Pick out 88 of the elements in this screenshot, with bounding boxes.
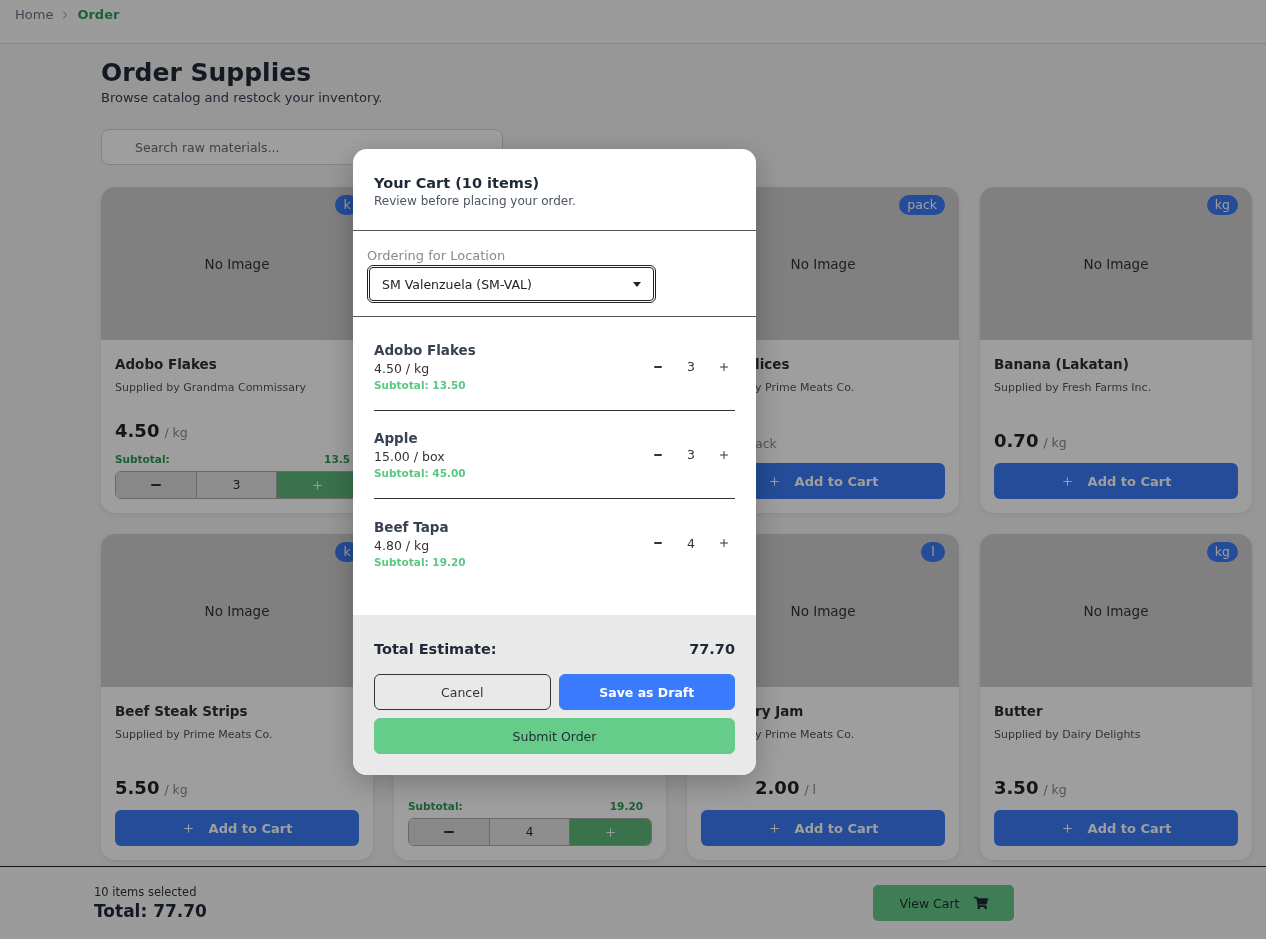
price-unit: / kg — [1043, 435, 1067, 450]
image-placeholder-label: No Image — [1083, 255, 1149, 272]
image-placeholder-label: No Image — [790, 255, 856, 272]
cart-item-price: 15.00 / box — [374, 449, 446, 464]
increase-button[interactable] — [718, 448, 730, 461]
cart-item-subtotal: Subtotal: 45.00 — [374, 467, 466, 479]
product-name: ry Jam — [755, 703, 805, 719]
increase-button[interactable] — [718, 360, 730, 373]
quantity-value: 3 — [686, 447, 696, 462]
plus-icon — [311, 478, 325, 492]
cart-item-subtotal: Subtotal: 13.50 — [374, 379, 467, 391]
product-price: 3.50 — [994, 777, 1039, 798]
plus-icon — [767, 821, 781, 835]
caret-icon — [633, 281, 641, 287]
subtotal-label: Subtotal: — [115, 453, 170, 465]
price-unit: ack — [755, 436, 777, 451]
plus-icon — [718, 537, 730, 549]
minus-icon — [654, 453, 662, 456]
dialog-button[interactable]: Cancel — [374, 674, 551, 710]
subtotal-label: Subtotal: — [408, 800, 463, 812]
page-title: Order Supplies — [101, 58, 313, 88]
plus-icon — [718, 360, 730, 373]
dialog-subtitle: Review before placing your order. — [374, 194, 577, 208]
product-name: Banana (Lakatan) — [994, 356, 1130, 372]
supplier-name: Supplied by Grandma Commissary — [115, 381, 308, 394]
supplier-name: Supplied by Fresh Farms Inc. — [994, 381, 1153, 394]
plus-icon — [1060, 821, 1074, 835]
price-unit: / l — [804, 782, 817, 797]
quantity-value: 3 — [686, 359, 696, 374]
plus-icon — [767, 474, 781, 488]
product-price: 2.00 — [755, 777, 800, 798]
dialog-button[interactable]: Save as Draft — [558, 674, 735, 710]
image-placeholder-label: No Image — [204, 255, 270, 272]
subtotal-value: 13.5 — [324, 453, 350, 465]
minus-icon — [654, 365, 662, 368]
cart-item-name: Adobo Flakes — [374, 342, 476, 358]
product-price: 5.50 — [115, 777, 160, 798]
dialog-button[interactable]: Submit Order — [374, 718, 735, 754]
price-unit: / kg — [164, 425, 188, 440]
footer-total: Total: 77.70 — [94, 901, 207, 921]
add-to-cart-button[interactable]: Add to Cart — [994, 810, 1238, 846]
quantity-value: 4 — [489, 819, 571, 845]
product-name: Beef Steak Strips — [115, 703, 249, 719]
total-value: 77.70 — [689, 641, 735, 657]
breadcrumb-link[interactable]: Home — [15, 7, 54, 22]
plus-icon — [604, 825, 618, 839]
cart-item-name: Apple — [374, 430, 419, 446]
minus-icon — [443, 831, 454, 833]
total-label: Total Estimate: — [374, 641, 497, 657]
cart-item-subtotal: Subtotal: 19.20 — [374, 555, 466, 568]
add-to-cart-button[interactable]: Add to Cart — [701, 810, 945, 846]
image-placeholder-label: No Image — [1083, 602, 1149, 619]
plus-icon — [1060, 474, 1074, 488]
image-placeholder-label: No Image — [204, 602, 270, 619]
location-select[interactable]: SM Valenzuela (SM-VAL) — [367, 265, 656, 303]
product-name: Butter — [994, 703, 1044, 719]
cart-icon — [973, 896, 988, 910]
add-to-cart-button[interactable]: Add to Cart — [115, 810, 359, 846]
supplier-name: Supplied by Dairy Delights — [994, 728, 1142, 741]
cart-item-price: 4.80 / kg — [374, 537, 431, 553]
price-unit: / kg — [164, 782, 188, 797]
supplier-name: y Prime Meats Co. — [755, 728, 856, 741]
cart-item-price: 4.50 / kg — [374, 361, 431, 376]
product-name: Adobo Flakes — [115, 356, 218, 372]
product-name: lices — [755, 356, 791, 372]
minus-icon — [150, 484, 161, 486]
price-unit: / kg — [1043, 782, 1067, 797]
subtotal-value: 19.20 — [609, 800, 643, 812]
location-label: Ordering for Location — [367, 248, 507, 263]
breadcrumb-link[interactable]: Order — [77, 7, 120, 22]
dialog-title: Your Cart (10 items) — [374, 175, 541, 191]
minus-icon — [654, 542, 662, 544]
cart-item-name: Beef Tapa — [374, 518, 450, 535]
quantity-value: 4 — [686, 535, 696, 551]
view-cart-button[interactable]: View Cart — [873, 885, 1014, 921]
image-placeholder-label: No Image — [790, 602, 856, 619]
increase-button[interactable] — [718, 537, 730, 549]
selected-count: 10 items selected — [94, 885, 198, 899]
product-price: 4.50 — [115, 420, 160, 441]
supplier-name: y Prime Meats Co. — [755, 381, 856, 394]
supplier-name: Supplied by Prime Meats Co. — [115, 728, 274, 741]
plus-icon — [718, 448, 730, 461]
quantity-value: 3 — [196, 472, 278, 498]
product-price: 0.70 — [994, 430, 1039, 451]
page-subtitle: Browse catalog and restock your inventory. — [101, 90, 384, 105]
add-to-cart-button[interactable]: Add to Cart — [994, 463, 1238, 499]
plus-icon — [181, 821, 195, 835]
unit-badge: pack — [899, 195, 945, 215]
